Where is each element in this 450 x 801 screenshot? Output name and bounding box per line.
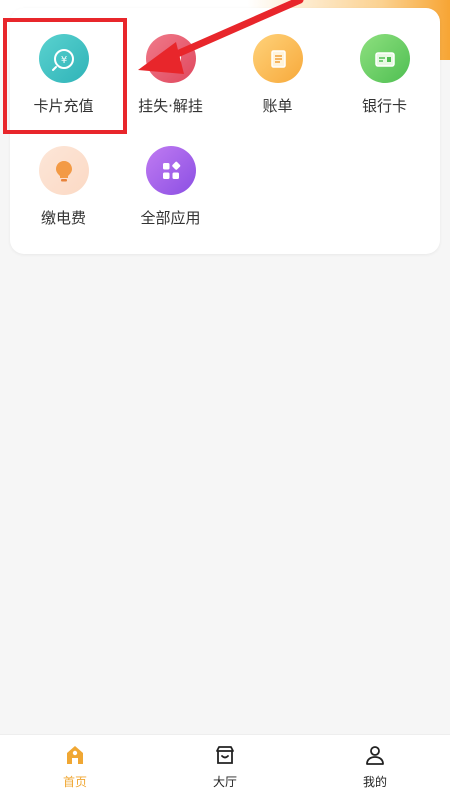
service-tile-report-loss[interactable]: 挂失·解挂 [117, 8, 224, 116]
nav-tab-home[interactable]: 首页 [15, 735, 135, 801]
lightbulb-icon [38, 146, 89, 195]
bank-card-icon [359, 34, 410, 83]
annotation-highlight-box [3, 18, 127, 134]
card-lock-icon [145, 34, 196, 83]
service-label: 挂失·解挂 [138, 97, 203, 115]
home-icon [67, 746, 83, 764]
service-tile-electricity[interactable]: 缴电费 [10, 120, 117, 228]
service-tile-bill[interactable]: 账单 [224, 8, 331, 116]
all-apps-grid-icon [145, 146, 196, 195]
nav-tab-hall[interactable]: 大厅 [165, 735, 285, 801]
service-tile-all-apps[interactable]: 全部应用 [117, 120, 224, 228]
nav-label: 首页 [62, 775, 87, 789]
nav-tab-mine[interactable]: 我的 [315, 735, 435, 801]
nav-label: 我的 [362, 775, 387, 789]
service-label: 账单 [262, 97, 293, 115]
service-tile-bank-card[interactable]: 银行卡 [331, 8, 438, 116]
service-label: 缴电费 [40, 209, 86, 227]
service-label: 全部应用 [140, 209, 201, 227]
shop-hall-icon [216, 746, 234, 764]
service-label: 银行卡 [361, 97, 407, 115]
nav-label: 大厅 [212, 775, 237, 789]
bill-document-icon [252, 34, 303, 83]
user-profile-icon [366, 746, 384, 765]
bottom-navigation: 首页 大厅 我的 [0, 734, 450, 801]
